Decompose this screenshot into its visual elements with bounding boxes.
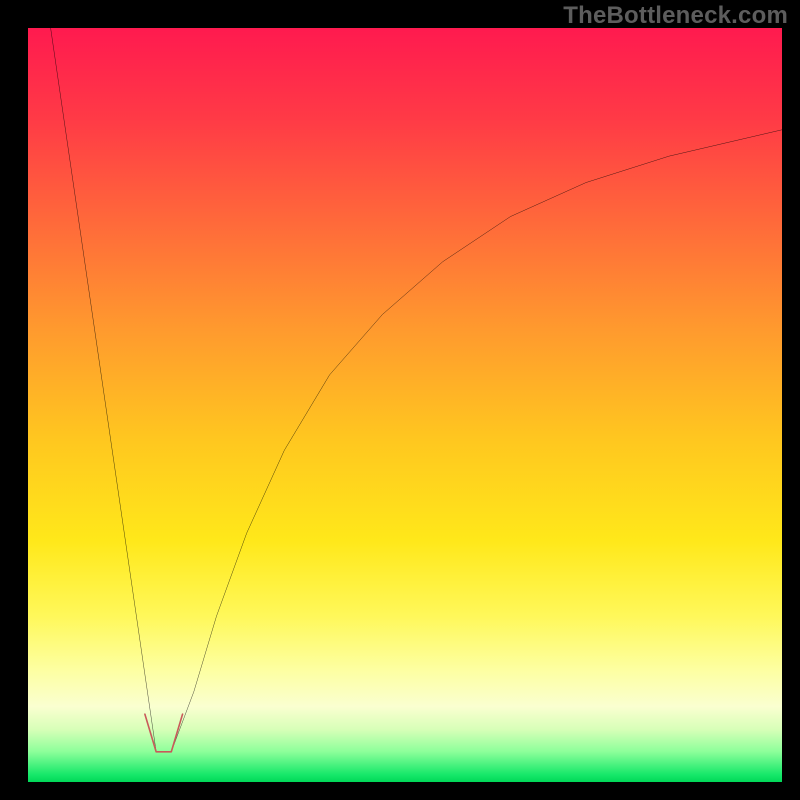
curve-layer (28, 28, 782, 782)
plot-area (28, 28, 782, 782)
watermark-label: TheBottleneck.com (563, 2, 788, 30)
highlight-elbow-path (145, 714, 183, 752)
chart-frame: TheBottleneck.com (0, 0, 800, 800)
right-branch-path (171, 130, 782, 752)
left-branch-path (51, 28, 157, 752)
